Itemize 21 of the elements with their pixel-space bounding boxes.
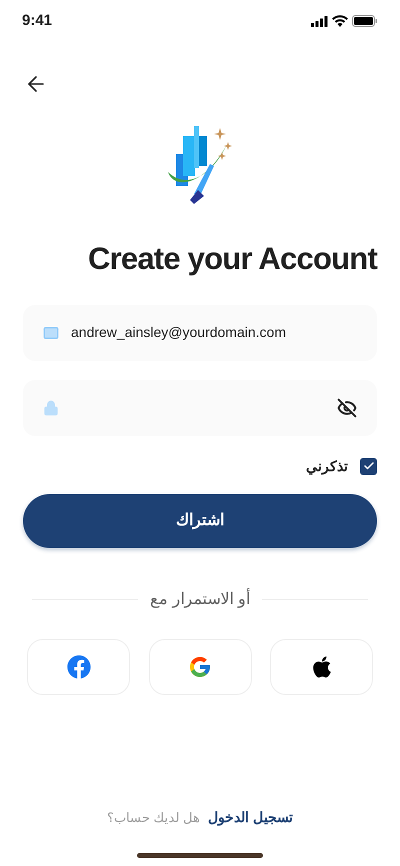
eye-off-icon[interactable] — [337, 398, 357, 418]
login-prompt: هل لديك حساب؟ — [106, 808, 200, 827]
wifi-icon — [332, 15, 348, 27]
status-time: 9:41 — [22, 10, 52, 31]
page-title: Create your Account — [88, 240, 377, 278]
email-value: andrew_ainsley@yourdomain.com — [71, 323, 287, 342]
password-field[interactable] — [23, 380, 377, 436]
facebook-icon — [66, 654, 90, 678]
signup-button[interactable]: اشتراك — [23, 494, 377, 548]
divider-text: أو الاستمرار مع — [150, 588, 250, 612]
social-login-button[interactable] — [270, 638, 373, 694]
google-icon — [188, 654, 212, 678]
remember-checkbox[interactable] — [360, 458, 377, 474]
signal-icon — [311, 16, 328, 26]
mail-icon — [43, 324, 59, 340]
check-icon — [362, 460, 374, 472]
lock-icon — [43, 400, 59, 416]
email-field[interactable]: andrew_ainsley@yourdomain.com — [23, 304, 377, 360]
login-link[interactable]: تسجيل الدخول — [208, 807, 294, 828]
battery-icon — [352, 15, 378, 27]
remember-label: تذكرني — [306, 456, 348, 476]
